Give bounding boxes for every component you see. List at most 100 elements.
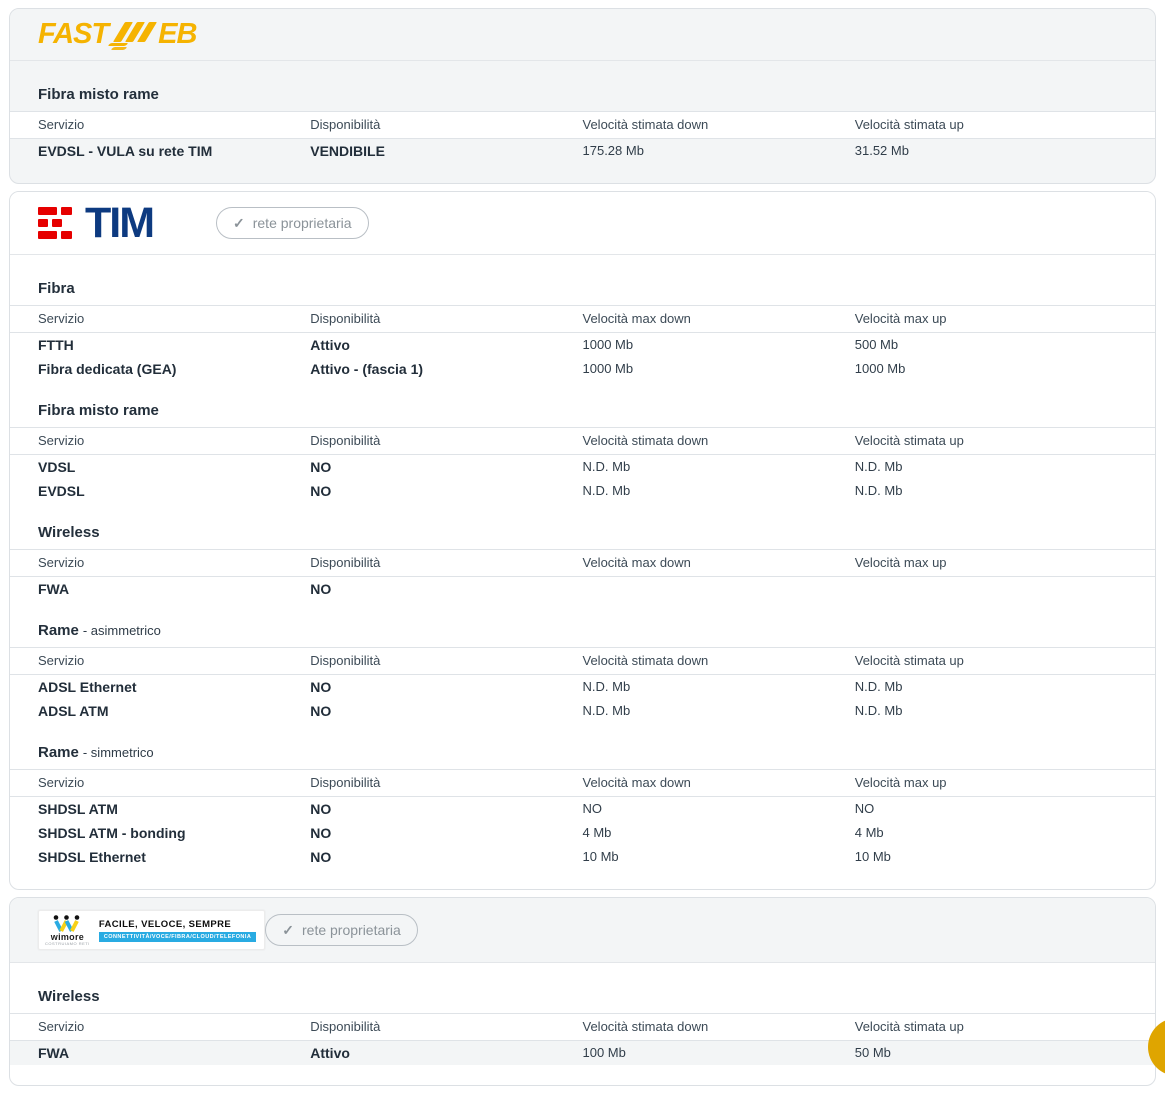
table-header-row: ServizioDisponibilitàVelocità stimata do… — [10, 1014, 1155, 1041]
column-header-velocit-stimata-up: Velocità stimata up — [855, 1014, 1127, 1040]
speed-value: N.D. Mb — [583, 479, 855, 503]
speed-value: 50 Mb — [855, 1041, 1127, 1065]
column-header-servizio: Servizio — [38, 648, 310, 674]
table-header-row: ServizioDisponibilitàVelocità stimata do… — [10, 112, 1155, 139]
speed-value: 4 Mb — [855, 821, 1127, 845]
fastweb-w-icon — [113, 22, 157, 48]
availability-value: NO — [310, 845, 582, 869]
provider-card-wimore: wimoreCOSTRUIAMO RETI FACILE, VELOCE, SEM… — [9, 897, 1156, 1086]
speed-value: NO — [583, 797, 855, 821]
column-header-velocit-max-down: Velocità max down — [583, 550, 855, 576]
column-header-disponibilit: Disponibilità — [310, 112, 582, 138]
table-row: Fibra dedicata (GEA)Attivo - (fascia 1)1… — [10, 357, 1155, 381]
speed-value — [855, 584, 1127, 594]
card-header-fastweb: FAST EB — [10, 9, 1155, 61]
availability-value: NO — [310, 479, 582, 503]
service-section-tim-fibra: Fibra ServizioDisponibilitàVelocità max d… — [10, 281, 1155, 381]
column-header-servizio: Servizio — [38, 550, 310, 576]
speed-value: 10 Mb — [583, 845, 855, 869]
table-row: SHDSL ATM - bondingNO4 Mb4 Mb — [10, 821, 1155, 845]
network-badge-label: rete proprietaria — [302, 922, 401, 938]
table-row: SHDSL ATMNONONO — [10, 797, 1155, 821]
column-header-servizio: Servizio — [38, 770, 310, 796]
column-header-disponibilit: Disponibilità — [310, 1014, 582, 1040]
speed-value: N.D. Mb — [583, 455, 855, 479]
availability-value: NO — [310, 797, 582, 821]
fastweb-logo-text-left: FAST — [38, 21, 108, 47]
availability-value: VENDIBILE — [310, 139, 582, 163]
service-name: SHDSL ATM — [38, 797, 310, 821]
service-name: ADSL Ethernet — [38, 675, 310, 699]
service-name: EVDSL - VULA su rete TIM — [38, 139, 310, 163]
service-name: Fibra dedicata (GEA) — [38, 357, 310, 381]
table-row: ADSL ATMNON.D. MbN.D. Mb — [10, 699, 1155, 723]
service-section-tim-wireless: Wireless ServizioDisponibilitàVelocità ma… — [10, 525, 1155, 601]
speed-value: 4 Mb — [583, 821, 855, 845]
wimore-tagline: FACILE, VELOCE, SEMPRE — [99, 919, 256, 930]
column-header-velocit-stimata-down: Velocità stimata down — [583, 112, 855, 138]
column-header-disponibilit: Disponibilità — [310, 770, 582, 796]
section-subtitle-text: - asimmetrico — [83, 623, 161, 638]
check-icon: ✓ — [282, 923, 294, 937]
availability-value: NO — [310, 675, 582, 699]
speed-value: N.D. Mb — [855, 479, 1127, 503]
section-title-text: Fibra misto rame — [38, 402, 159, 419]
column-header-velocit-stimata-up: Velocità stimata up — [855, 648, 1127, 674]
speed-value: 1000 Mb — [583, 357, 855, 381]
table-header-row: ServizioDisponibilitàVelocità stimata do… — [10, 428, 1155, 455]
table-row: EVDSLNON.D. MbN.D. Mb — [10, 479, 1155, 503]
card-header-wimore: wimoreCOSTRUIAMO RETI FACILE, VELOCE, SEM… — [10, 898, 1155, 963]
column-header-velocit-stimata-up: Velocità stimata up — [855, 428, 1127, 454]
table-row: FWANO — [10, 577, 1155, 601]
speed-value: N.D. Mb — [583, 675, 855, 699]
tim-bars-icon — [38, 207, 72, 239]
table-row: FTTHAttivo1000 Mb500 Mb — [10, 333, 1155, 357]
section-title-text: Fibra misto rame — [38, 86, 159, 103]
column-header-servizio: Servizio — [38, 428, 310, 454]
section-subtitle-text: - simmetrico — [83, 745, 154, 760]
section-title: Rame - asimmetrico — [10, 623, 1155, 648]
availability-value: Attivo — [310, 333, 582, 357]
section-title: Wireless — [10, 525, 1155, 550]
service-name: ADSL ATM — [38, 699, 310, 723]
tim-logo-text: TIM — [85, 204, 153, 242]
column-header-disponibilit: Disponibilità — [310, 550, 582, 576]
wimore-w-icon: wimoreCOSTRUIAMO RETI — [45, 915, 90, 946]
column-header-velocit-max-down: Velocità max down — [583, 306, 855, 332]
column-header-disponibilit: Disponibilità — [310, 428, 582, 454]
section-title: Fibra — [10, 281, 1155, 306]
fastweb-logo-text-right: EB — [158, 21, 196, 47]
column-header-velocit-max-up: Velocità max up — [855, 770, 1127, 796]
tim-logo: TIM — [38, 204, 153, 242]
service-section-tim-rame-asimmetrico: Rame- asimmetricoServizioDisponibilitàVe… — [10, 623, 1155, 723]
section-title-text: Rame — [38, 622, 79, 639]
column-header-disponibilit: Disponibilità — [310, 648, 582, 674]
table-header-row: ServizioDisponibilitàVelocità stimata do… — [10, 648, 1155, 675]
service-name: EVDSL — [38, 479, 310, 503]
service-name: SHDSL Ethernet — [38, 845, 310, 869]
section-title-text: Wireless — [38, 524, 100, 541]
speed-value: 100 Mb — [583, 1041, 855, 1065]
table-row: SHDSL EthernetNO10 Mb10 Mb — [10, 845, 1155, 869]
column-header-disponibilit: Disponibilità — [310, 306, 582, 332]
section-title: Rame - simmetrico — [10, 745, 1155, 770]
column-header-servizio: Servizio — [38, 306, 310, 332]
results-list: FASTEBFibra misto rameServizioDisponibil… — [0, 0, 1165, 1094]
availability-value: NO — [310, 699, 582, 723]
availability-value: NO — [310, 577, 582, 601]
service-section-tim-fibra-misto-rame: Fibra misto rameServizioDisponibilitàVel… — [10, 403, 1155, 503]
section-title-text: Rame — [38, 744, 79, 761]
logo-slot-tim: TIM — [38, 204, 216, 242]
service-name: SHDSL ATM - bonding — [38, 821, 310, 845]
card-body-wimore: WirelessServizioDisponibilitàVelocità st… — [10, 963, 1155, 1085]
table-header-row: ServizioDisponibilitàVelocità max downVe… — [10, 550, 1155, 577]
network-badge: ✓rete proprietaria — [216, 207, 369, 239]
column-header-servizio: Servizio — [38, 1014, 310, 1040]
logo-slot-fastweb: FAST EB — [38, 21, 216, 48]
column-header-velocit-stimata-up: Velocità stimata up — [855, 112, 1127, 138]
column-header-velocit-max-down: Velocità max down — [583, 770, 855, 796]
speed-value: N.D. Mb — [583, 699, 855, 723]
section-title: Fibra misto rame — [10, 403, 1155, 428]
section-title-text: Fibra — [38, 280, 75, 297]
speed-value: 175.28 Mb — [583, 139, 855, 163]
